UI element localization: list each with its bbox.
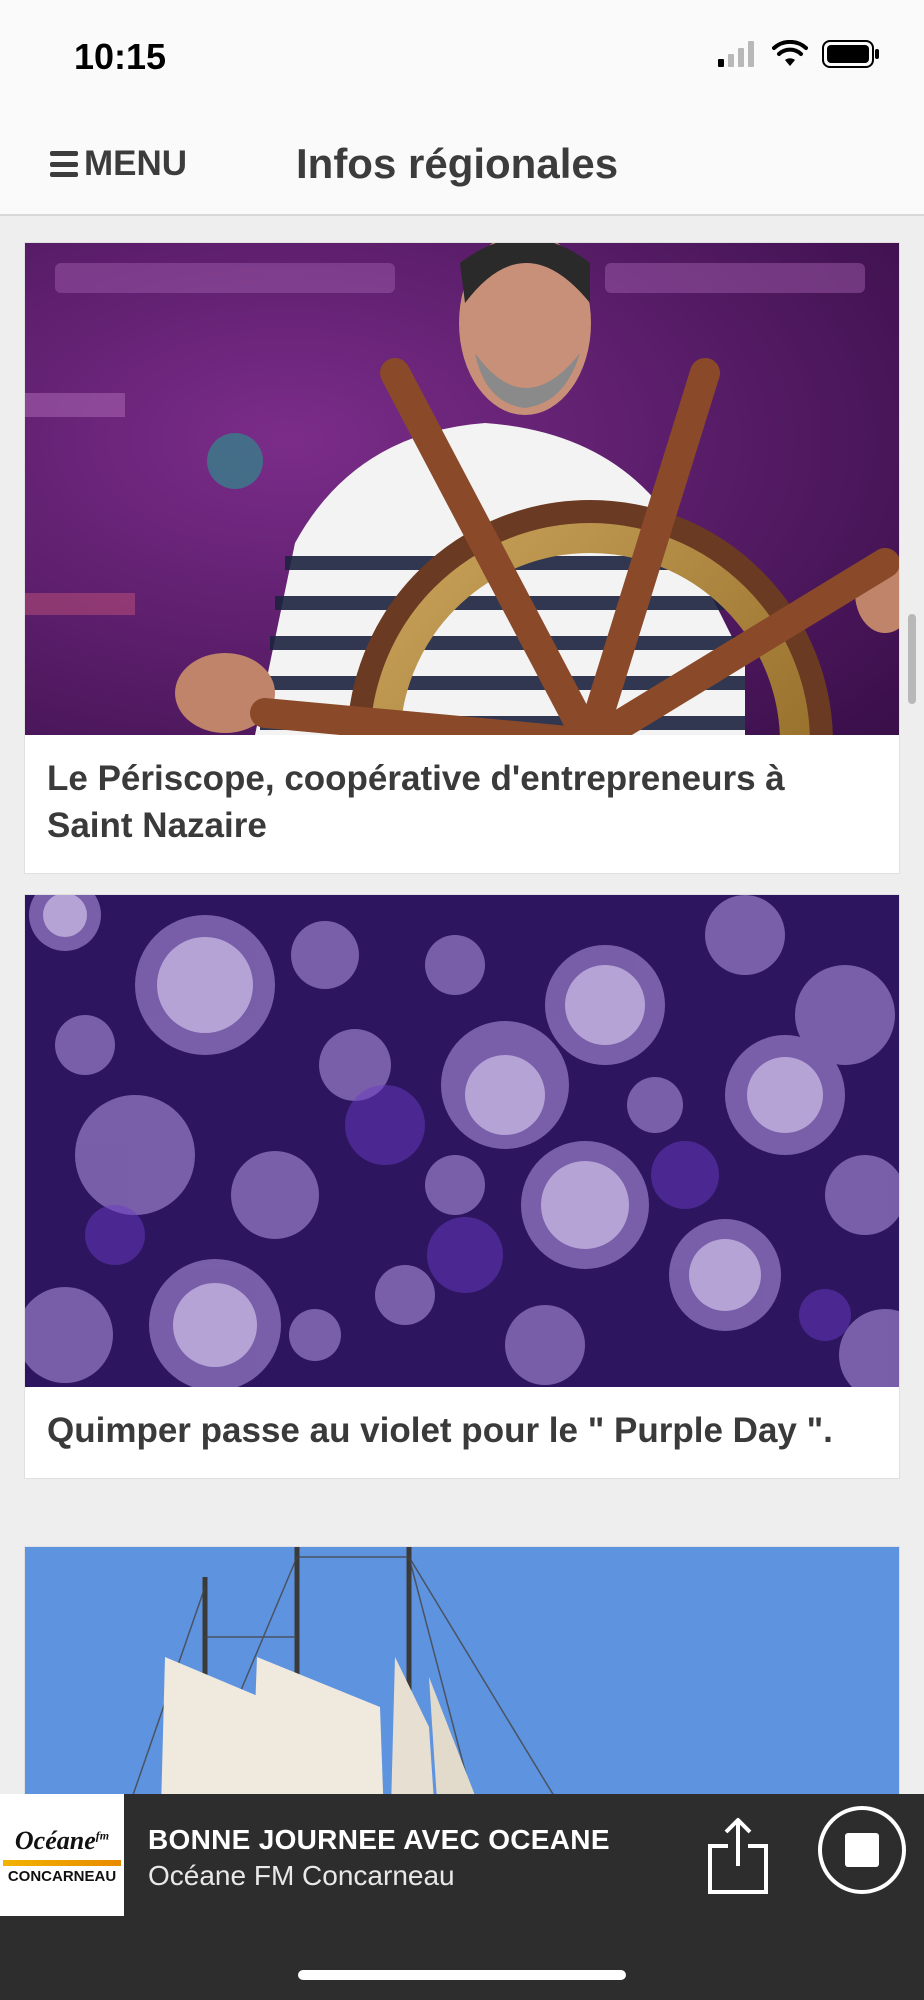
article-card[interactable]: Le Périscope, coopérative d'entrepreneur…: [24, 242, 900, 874]
article-title[interactable]: Quimper passe au violet pour le " Purple…: [25, 1387, 899, 1478]
logo-bar: [3, 1859, 121, 1866]
article-title[interactable]: Le Périscope, coopérative d'entrepreneur…: [25, 735, 899, 873]
home-indicator[interactable]: [298, 1970, 626, 1980]
station-name: Océane FM Concarneau: [148, 1860, 455, 1891]
now-playing-title: BONNE JOURNEE AVEC OCEANE: [148, 1824, 610, 1855]
cellular-signal-icon: [718, 41, 754, 67]
stop-button[interactable]: [818, 1806, 906, 1894]
now-playing-bar[interactable]: Océanefm CONCARNEAU BONNE JOURNEE AVEC O…: [0, 1794, 924, 2000]
article-card[interactable]: Quimper passe au violet pour le " Purple…: [24, 894, 900, 1479]
article-image[interactable]: [25, 1547, 899, 1794]
logo-subtitle: CONCARNEAU: [7, 1867, 117, 1885]
menu-label: MENU: [84, 144, 188, 183]
wifi-icon: [772, 40, 808, 66]
station-logo[interactable]: Océanefm CONCARNEAU: [0, 1794, 124, 1916]
share-icon[interactable]: [706, 1816, 770, 1896]
status-time: 10:15: [74, 36, 167, 77]
article-image[interactable]: [25, 243, 899, 735]
menu-button[interactable]: MENU: [50, 144, 187, 184]
article-image[interactable]: [25, 895, 899, 1387]
status-bar: 10:15: [0, 0, 924, 110]
app-header: MENU Infos régionales: [0, 110, 924, 216]
page-title: Infos régionales: [296, 140, 619, 187]
stop-icon: [845, 1833, 879, 1867]
article-card[interactable]: [24, 1546, 900, 1794]
hamburger-icon: [50, 151, 78, 177]
battery-icon: [822, 40, 879, 68]
logo-text: Océanefm: [14, 1825, 110, 1855]
article-list[interactable]: Le Périscope, coopérative d'entrepreneur…: [0, 218, 924, 1794]
status-icons: [718, 40, 880, 68]
scrollbar[interactable]: [908, 614, 916, 704]
